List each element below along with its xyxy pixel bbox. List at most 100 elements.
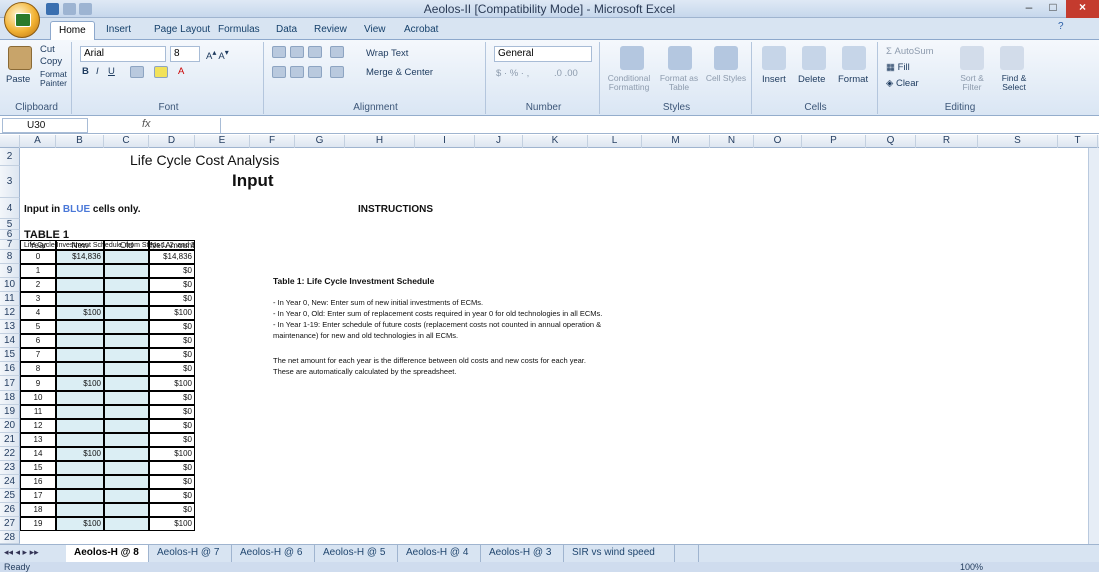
- table-cell[interactable]: [56, 433, 104, 447]
- align-middle-icon[interactable]: [290, 46, 304, 58]
- table-cell[interactable]: [104, 405, 149, 419]
- row-header-3[interactable]: 3: [0, 166, 20, 198]
- underline-icon[interactable]: U: [108, 66, 115, 77]
- column-header-i[interactable]: I: [415, 135, 475, 148]
- table-cell[interactable]: [56, 292, 104, 306]
- column-header-o[interactable]: O: [754, 135, 802, 148]
- row-header-4[interactable]: 4: [0, 198, 20, 219]
- table-cell[interactable]: $100: [56, 447, 104, 461]
- format-table-button[interactable]: Format as Table: [656, 74, 702, 92]
- column-header-e[interactable]: E: [195, 135, 250, 148]
- column-header-k[interactable]: K: [523, 135, 588, 148]
- table-cell[interactable]: [56, 475, 104, 489]
- sheet-tab[interactable]: Aeolos-H @ 5: [315, 545, 398, 562]
- table-cell[interactable]: [104, 447, 149, 461]
- table-cell[interactable]: $14,836: [56, 250, 104, 264]
- column-header-c[interactable]: C: [104, 135, 149, 148]
- column-header-j[interactable]: J: [475, 135, 523, 148]
- bold-icon[interactable]: B: [82, 66, 89, 77]
- row-header-26[interactable]: 26: [0, 503, 20, 517]
- tab-data[interactable]: Data: [268, 21, 305, 40]
- close-button[interactable]: ×: [1066, 0, 1099, 18]
- column-header-b[interactable]: B: [56, 135, 104, 148]
- help-icon[interactable]: ?: [1058, 21, 1064, 32]
- row-header-2[interactable]: 2: [0, 148, 20, 166]
- table-cell[interactable]: [104, 433, 149, 447]
- table-cell[interactable]: [104, 503, 149, 517]
- undo-icon[interactable]: [63, 3, 76, 15]
- font-color-icon[interactable]: A: [178, 66, 184, 77]
- save-icon[interactable]: [46, 3, 59, 15]
- column-header-h[interactable]: H: [345, 135, 415, 148]
- row-header-18[interactable]: 18: [0, 391, 20, 405]
- clear-button[interactable]: ◈ Clear: [886, 78, 919, 89]
- table-cell[interactable]: [56, 405, 104, 419]
- row-header-21[interactable]: 21: [0, 433, 20, 447]
- align-top-icon[interactable]: [272, 46, 286, 58]
- row-header-28[interactable]: 28: [0, 531, 20, 544]
- copy-button[interactable]: Copy: [40, 56, 62, 67]
- tab-review[interactable]: Review: [306, 21, 355, 40]
- row-header-22[interactable]: 22: [0, 447, 20, 461]
- row-header-8[interactable]: 8: [0, 250, 20, 264]
- column-header-m[interactable]: M: [642, 135, 710, 148]
- column-header-s[interactable]: S: [978, 135, 1058, 148]
- format-cells-icon[interactable]: [842, 46, 866, 70]
- cut-button[interactable]: Cut: [40, 44, 55, 55]
- tab-view[interactable]: View: [356, 21, 394, 40]
- paste-button[interactable]: Paste: [6, 74, 30, 85]
- merge-center-button[interactable]: Merge & Center: [366, 67, 433, 78]
- row-header-10[interactable]: 10: [0, 278, 20, 292]
- table-cell[interactable]: [104, 264, 149, 278]
- table-cell[interactable]: [56, 391, 104, 405]
- grow-font-icon[interactable]: A▴ A▾: [206, 48, 229, 62]
- minimize-button[interactable]: –: [1018, 0, 1040, 18]
- font-size-select[interactable]: 8: [170, 46, 200, 62]
- row-header-19[interactable]: 19: [0, 405, 20, 419]
- row-header-14[interactable]: 14: [0, 334, 20, 348]
- table-cell[interactable]: [104, 348, 149, 362]
- select-all-corner[interactable]: [0, 135, 20, 148]
- tab-insert[interactable]: Insert: [98, 21, 139, 40]
- column-header-g[interactable]: G: [295, 135, 345, 148]
- table-cell[interactable]: [104, 376, 149, 391]
- row-header-20[interactable]: 20: [0, 419, 20, 433]
- conditional-format-icon[interactable]: [620, 46, 644, 70]
- format-table-icon[interactable]: [668, 46, 692, 70]
- table-cell[interactable]: [56, 320, 104, 334]
- table-cell[interactable]: [56, 362, 104, 376]
- table-cell[interactable]: [104, 475, 149, 489]
- delete-cells-button[interactable]: Delete: [798, 74, 825, 85]
- autosum-button[interactable]: Σ AutoSum: [886, 46, 934, 57]
- table-cell[interactable]: [104, 292, 149, 306]
- decimal-icon[interactable]: .0 .00: [554, 68, 578, 79]
- column-header-l[interactable]: L: [588, 135, 642, 148]
- sheet-tab[interactable]: Aeolos-H @ 6: [232, 545, 315, 562]
- font-family-select[interactable]: Arial: [80, 46, 166, 62]
- sheet-tab[interactable]: Aeolos-H @ 4: [398, 545, 481, 562]
- align-left-icon[interactable]: [272, 66, 286, 78]
- table-cell[interactable]: $100: [56, 517, 104, 531]
- table-cell[interactable]: [104, 250, 149, 264]
- table-cell[interactable]: [104, 334, 149, 348]
- sheet-nav-icon[interactable]: ◂◂ ◂ ▸ ▸▸: [4, 547, 39, 558]
- table-cell[interactable]: [56, 503, 104, 517]
- tab-formulas[interactable]: Formulas: [210, 21, 268, 40]
- row-header-25[interactable]: 25: [0, 489, 20, 503]
- name-box[interactable]: U30: [2, 118, 88, 133]
- column-header-t[interactable]: T: [1058, 135, 1098, 148]
- align-bottom-icon[interactable]: [308, 46, 322, 58]
- table-cell[interactable]: [56, 461, 104, 475]
- cell-styles-button[interactable]: Cell Styles: [704, 74, 748, 83]
- table-cell[interactable]: [104, 517, 149, 531]
- insert-cells-icon[interactable]: [762, 46, 786, 70]
- table-cell[interactable]: [104, 419, 149, 433]
- sheet-tab[interactable]: Aeolos-H @ 3: [481, 545, 564, 562]
- table-cell[interactable]: $100: [56, 306, 104, 320]
- table-cell[interactable]: [104, 306, 149, 320]
- border-icon[interactable]: [130, 66, 144, 78]
- vertical-scrollbar[interactable]: [1088, 148, 1099, 544]
- sort-filter-icon[interactable]: [960, 46, 984, 70]
- sheet-tab[interactable]: Aeolos-H @ 8: [66, 545, 149, 562]
- number-format-select[interactable]: General: [494, 46, 592, 62]
